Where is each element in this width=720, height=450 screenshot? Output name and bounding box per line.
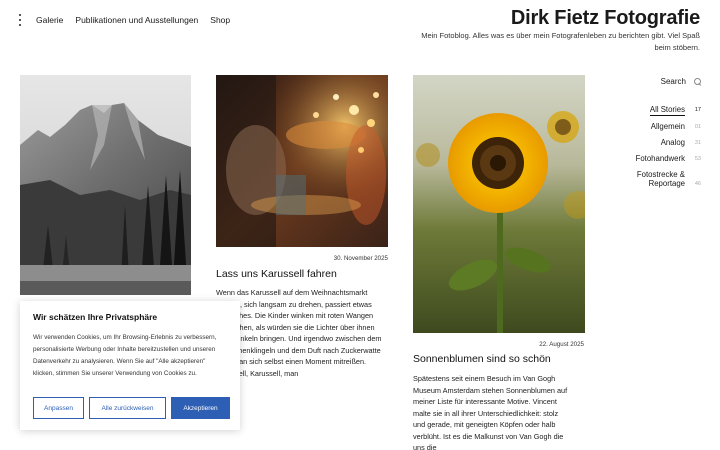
nav-link-shop[interactable]: Shop (210, 15, 230, 25)
search-toggle[interactable]: Search (661, 77, 701, 86)
more-menu-icon[interactable] (17, 14, 23, 26)
category-count: 53 (694, 156, 701, 162)
category-label: All Stories (649, 105, 685, 116)
category-allgemein[interactable]: Allgemein 01 (601, 122, 701, 132)
category-count: 01 (694, 124, 701, 130)
category-label: Fotostrecke & Reportage (636, 170, 685, 188)
accept-button[interactable]: Akzeptieren (171, 397, 230, 419)
post-excerpt: Spätestens seit einem Besuch im Van Gogh… (413, 374, 568, 450)
category-fotohandwerk[interactable]: Fotohandwerk 53 (601, 154, 701, 164)
post-date: 22. August 2025 (539, 341, 584, 348)
post-excerpt: Wenn das Karussell auf dem Weihnachtsmar… (216, 288, 382, 378)
main-nav: Galerie Publikationen und Ausstellungen … (36, 15, 230, 25)
site-title[interactable]: Dirk Fietz Fotografie (511, 7, 700, 30)
post-title[interactable]: Lass uns Karussell fahren (216, 268, 337, 280)
nav-link-publikationen[interactable]: Publikationen und Ausstellungen (75, 15, 198, 25)
category-label: Analog (660, 138, 685, 147)
category-label: Allgemein (650, 122, 685, 131)
category-all-stories[interactable]: All Stories 17 (601, 105, 701, 116)
cookie-text: Wir verwenden Cookies, um Ihr Browsing-E… (33, 334, 217, 377)
post-date: 30. November 2025 (333, 255, 388, 262)
post-image-carousel[interactable] (216, 75, 388, 247)
reject-all-button[interactable]: Alle zurückweisen (89, 397, 166, 419)
search-label: Search (660, 77, 686, 86)
post-title[interactable]: Sonnenblumen sind so schön (413, 353, 551, 365)
cookie-title: Wir schätzen Ihre Privatsphäre (33, 312, 158, 322)
category-label: Fotohandwerk (635, 154, 685, 163)
post-image-mountain[interactable] (20, 75, 191, 295)
site-tagline: Mein Fotoblog. Alles was es über mein Fo… (421, 31, 700, 52)
category-count: 46 (694, 181, 701, 187)
post-image-sunflower[interactable] (413, 75, 585, 333)
cookie-consent-banner: Wir schätzen Ihre Privatsphäre Wir verwe… (20, 301, 240, 430)
customize-button[interactable]: Anpassen (33, 397, 84, 419)
nav-link-galerie[interactable]: Galerie (36, 15, 63, 25)
category-analog[interactable]: Analog 31 (601, 138, 701, 148)
category-count: 17 (694, 107, 701, 113)
category-list: All Stories 17 Allgemein 01 Analog 31 Fo… (601, 105, 701, 195)
search-icon (694, 78, 701, 85)
category-count: 31 (694, 140, 701, 146)
category-fotostrecke-reportage[interactable]: Fotostrecke & Reportage 46 (601, 170, 701, 189)
cookie-buttons: Anpassen Alle zurückweisen Akzeptieren (33, 397, 230, 419)
